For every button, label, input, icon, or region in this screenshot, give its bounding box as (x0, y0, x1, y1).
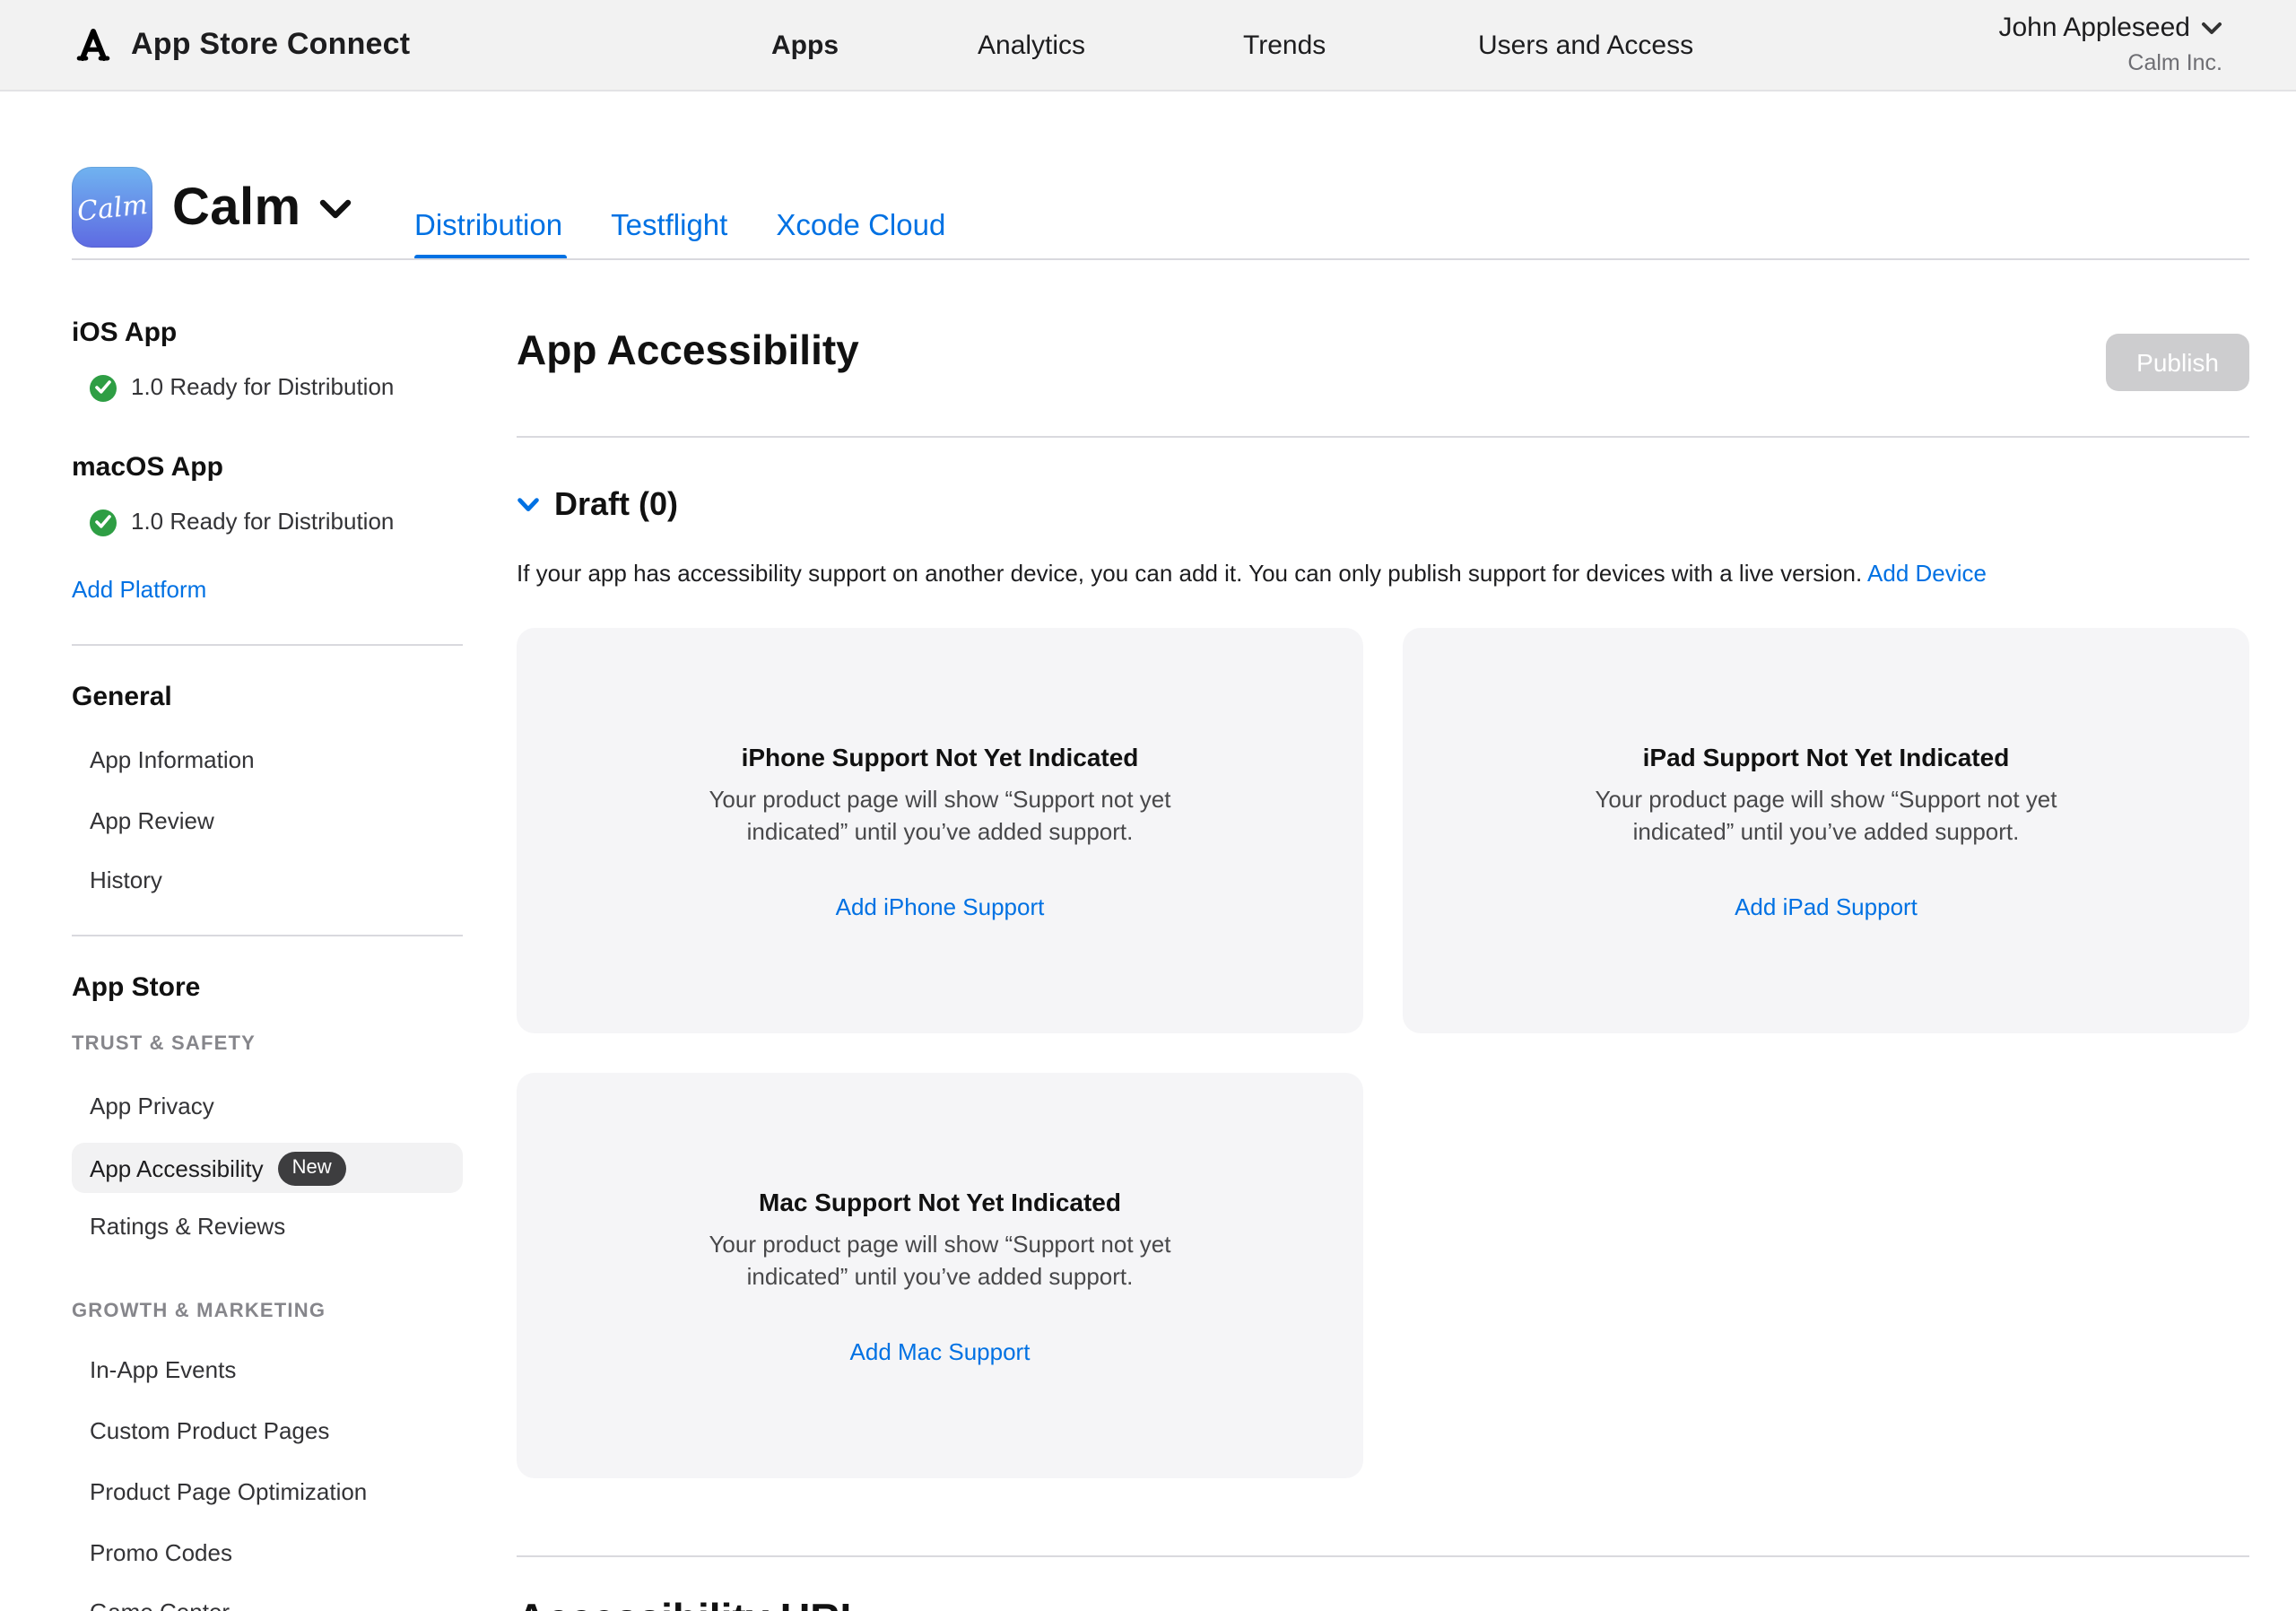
card-body: Your product page will show “Support not… (662, 784, 1218, 849)
chevron-down-icon (318, 199, 351, 219)
app-store-connect-logo-icon (72, 23, 115, 66)
sidebar-heading-macos-app: macOS App (72, 452, 463, 484)
draft-section-toggle[interactable]: Draft (0) (517, 484, 2249, 524)
sidebar-item-app-privacy[interactable]: App Privacy (72, 1091, 463, 1123)
accessibility-url-section-title: Accessibility URL (517, 1595, 2249, 1611)
divider (72, 644, 463, 646)
check-circle-icon (90, 374, 117, 401)
mac-support-card: Mac Support Not Yet Indicated Your produ… (517, 1073, 1363, 1478)
add-platform-link[interactable]: Add Platform (72, 574, 463, 606)
draft-chevron-down-icon (517, 496, 540, 512)
brand-title: App Store Connect (131, 27, 410, 63)
card-title: iPhone Support Not Yet Indicated (742, 741, 1139, 773)
iphone-support-card: iPhone Support Not Yet Indicated Your pr… (517, 628, 1363, 1033)
sidebar-item-product-page-optimization[interactable]: Product Page Optimization (72, 1476, 463, 1509)
sidebar-heading-app-store: App Store (72, 972, 463, 1005)
sidebar-item-app-accessibility[interactable]: App Accessibility New (72, 1143, 463, 1193)
card-title: iPad Support Not Yet Indicated (1643, 741, 2010, 773)
app-store-connect-brand[interactable]: App Store Connect (72, 0, 410, 90)
sidebar-item-game-center[interactable]: Game Center (72, 1597, 463, 1611)
app-store-connect-page: App Store Connect Apps Analytics Trends … (0, 0, 2296, 1611)
sidebar-item-app-information[interactable]: App Information (72, 745, 463, 777)
page-title: App Accessibility (517, 327, 2249, 373)
draft-section-title: Draft (0) (554, 484, 678, 524)
ipad-support-card: iPad Support Not Yet Indicated Your prod… (1403, 628, 2249, 1033)
add-mac-support-link[interactable]: Add Mac Support (850, 1338, 1031, 1365)
screen: App Store Connect Apps Analytics Trends … (0, 0, 2296, 1611)
draft-description: If your app has accessibility support on… (517, 558, 2249, 590)
main-content: App Accessibility Publish Draft (0) If y… (517, 0, 2249, 1611)
new-badge: New (278, 1151, 346, 1185)
sidebar: iOS App 1.0 Ready for Distribution macOS… (72, 318, 463, 1611)
divider (72, 935, 463, 936)
card-title: Mac Support Not Yet Indicated (759, 1186, 1121, 1218)
sidebar-item-promo-codes[interactable]: Promo Codes (72, 1537, 463, 1570)
sidebar-item-app-review[interactable]: App Review (72, 806, 463, 838)
sidebar-item-custom-product-pages[interactable]: Custom Product Pages (72, 1415, 463, 1448)
support-cards: iPhone Support Not Yet Indicated Your pr… (517, 628, 2249, 1478)
divider (517, 436, 2249, 438)
divider (517, 1555, 2249, 1557)
check-circle-icon (90, 509, 117, 536)
publish-button[interactable]: Publish (2106, 334, 2249, 391)
add-iphone-support-link[interactable]: Add iPhone Support (836, 893, 1045, 920)
sidebar-item-ios-version-status[interactable]: 1.0 Ready for Distribution (72, 371, 463, 404)
sidebar-item-macos-version-status[interactable]: 1.0 Ready for Distribution (72, 506, 463, 538)
card-body: Your product page will show “Support not… (662, 1229, 1218, 1293)
sidebar-section-growth-marketing: GROWTH & MARKETING (72, 1299, 463, 1324)
sidebar-item-ratings-reviews[interactable]: Ratings & Reviews (72, 1211, 463, 1243)
sidebar-heading-ios-app: iOS App (72, 318, 463, 350)
add-device-link[interactable]: Add Device (1867, 560, 1987, 587)
sidebar-heading-general: General (72, 682, 463, 714)
add-ipad-support-link[interactable]: Add iPad Support (1735, 893, 1918, 920)
sidebar-item-in-app-events[interactable]: In-App Events (72, 1354, 463, 1387)
app-switcher-button[interactable]: Calm (172, 179, 351, 239)
sidebar-item-history[interactable]: History (72, 865, 463, 897)
app-name: Calm (172, 179, 300, 239)
card-body: Your product page will show “Support not… (1548, 784, 2104, 849)
calm-app-icon: Calm (72, 167, 152, 248)
sidebar-section-trust-safety: TRUST & SAFETY (72, 1032, 463, 1057)
